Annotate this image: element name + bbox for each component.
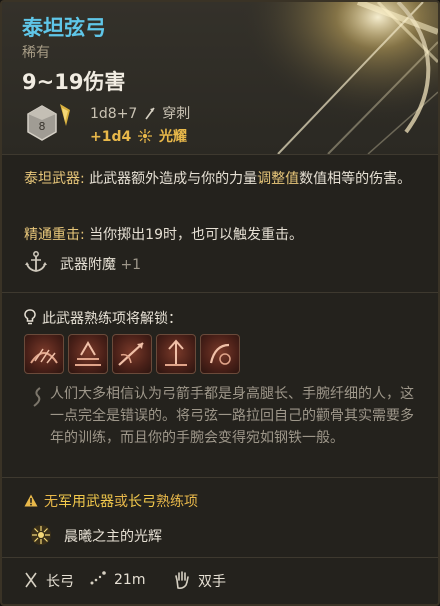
proficiency-action-5[interactable] (200, 334, 240, 374)
radiant-sun-icon (138, 129, 153, 143)
anchor-enchant-icon (25, 251, 47, 272)
warning-suffix: 熟练项 (156, 494, 198, 510)
barrage-icon (75, 341, 101, 366)
unlock-bulb-icon (24, 309, 36, 325)
titan-weapon-description: 泰坦武器: 此武器额外造成与你的力量调整值数值相等的伤害。 (24, 168, 418, 190)
warning-mid: 或 (114, 494, 128, 510)
hamstring-shot-icon (209, 343, 231, 365)
weapon-type-label: 长弓 (46, 574, 74, 590)
proficiency-action-3[interactable] (112, 334, 152, 374)
titan-weapon-text-end: 数值相等的伤害。 (299, 171, 412, 187)
divider (2, 557, 438, 558)
titan-weapon-label: 泰坦武器: (24, 171, 85, 187)
mobile-shot-icon (165, 339, 187, 366)
base-damage-type: 穿刺 (162, 106, 191, 122)
divider (2, 154, 438, 155)
warning-keyword-longbow: 长弓 (128, 494, 156, 510)
enchant-label: 武器附魔 +1 (60, 254, 141, 274)
range-dots-icon (90, 571, 106, 585)
item-tooltip: 泰坦弦弓 稀有 9~19伤害 8 1d8+7 穿刺 +1d4 光耀 泰坦武器: … (0, 0, 440, 606)
weapon-range: 21m (90, 571, 145, 588)
arrow-pierce-icon (145, 107, 155, 120)
bow-weapon-art (238, 2, 438, 154)
proficiency-header: 此武器熟练项将解锁： (24, 308, 182, 328)
mastery-crit-description: 精通重击: 当你掷出19时，也可以触发重击。 (24, 224, 418, 246)
range-label: 21m (114, 572, 146, 588)
handedness-label: 双手 (198, 574, 226, 590)
base-damage-line: 1d8+7 穿刺 (90, 103, 190, 123)
piercing-shot-icon (118, 342, 144, 366)
warning-prefix: 无 (44, 494, 58, 510)
damage-range: 9~19伤害 (22, 70, 126, 94)
weapon-type: 长弓 (24, 571, 74, 591)
divider (2, 477, 438, 478)
dice-number: 8 (39, 120, 46, 133)
enchant-value: +1 (120, 257, 142, 273)
hand-icon (175, 571, 189, 589)
passive-dawnmaster-radiance[interactable]: 晨曦之主的光辉 (30, 524, 162, 546)
divider (2, 292, 438, 293)
item-name: 泰坦弦弓 (22, 16, 106, 40)
enchant-name: 武器附魔 (60, 257, 116, 273)
arrow-volley-icon (30, 348, 58, 364)
warning-triangle-icon (24, 494, 38, 507)
titan-weapon-text: 此武器额外造成与你的力量 (84, 171, 258, 187)
d8-dice-icon: 8 (27, 104, 70, 141)
sunburst-icon (31, 525, 51, 545)
warning-keyword-martial: 军用武器 (58, 494, 114, 510)
crossed-weapons-icon (25, 572, 37, 588)
item-rarity: 稀有 (22, 45, 50, 61)
lore-text: 人们大多相信认为弓箭手都是身高腿长、手腕纤细的人，这一点完全是错误的。将弓弦一路… (50, 386, 414, 446)
modifier-keyword: 调整值 (257, 171, 300, 187)
bonus-damage-line: +1d4 光耀 (90, 126, 187, 146)
proficiency-header-text: 此武器熟练项将解锁： (42, 311, 182, 327)
bonus-damage: +1d4 (90, 129, 132, 145)
base-damage: 1d8+7 (90, 106, 138, 122)
quote-mark-icon (33, 387, 41, 407)
proficiency-action-1[interactable] (24, 334, 64, 374)
proficiency-warning: 无军用武器或长弓熟练项 (24, 491, 198, 511)
mastery-crit-text: 当你掷出19时，也可以触发重击。 (84, 227, 303, 243)
bonus-damage-type: 光耀 (158, 129, 187, 145)
proficiency-action-2[interactable] (68, 334, 108, 374)
weapon-handedness: 双手 (174, 571, 226, 591)
proficiency-action-4[interactable] (156, 334, 196, 374)
mastery-crit-label: 精通重击: (24, 227, 85, 243)
tooltip-header: 泰坦弦弓 稀有 9~19伤害 8 1d8+7 穿刺 +1d4 光耀 (2, 2, 438, 154)
passive-name: 晨曦之主的光辉 (64, 529, 162, 545)
